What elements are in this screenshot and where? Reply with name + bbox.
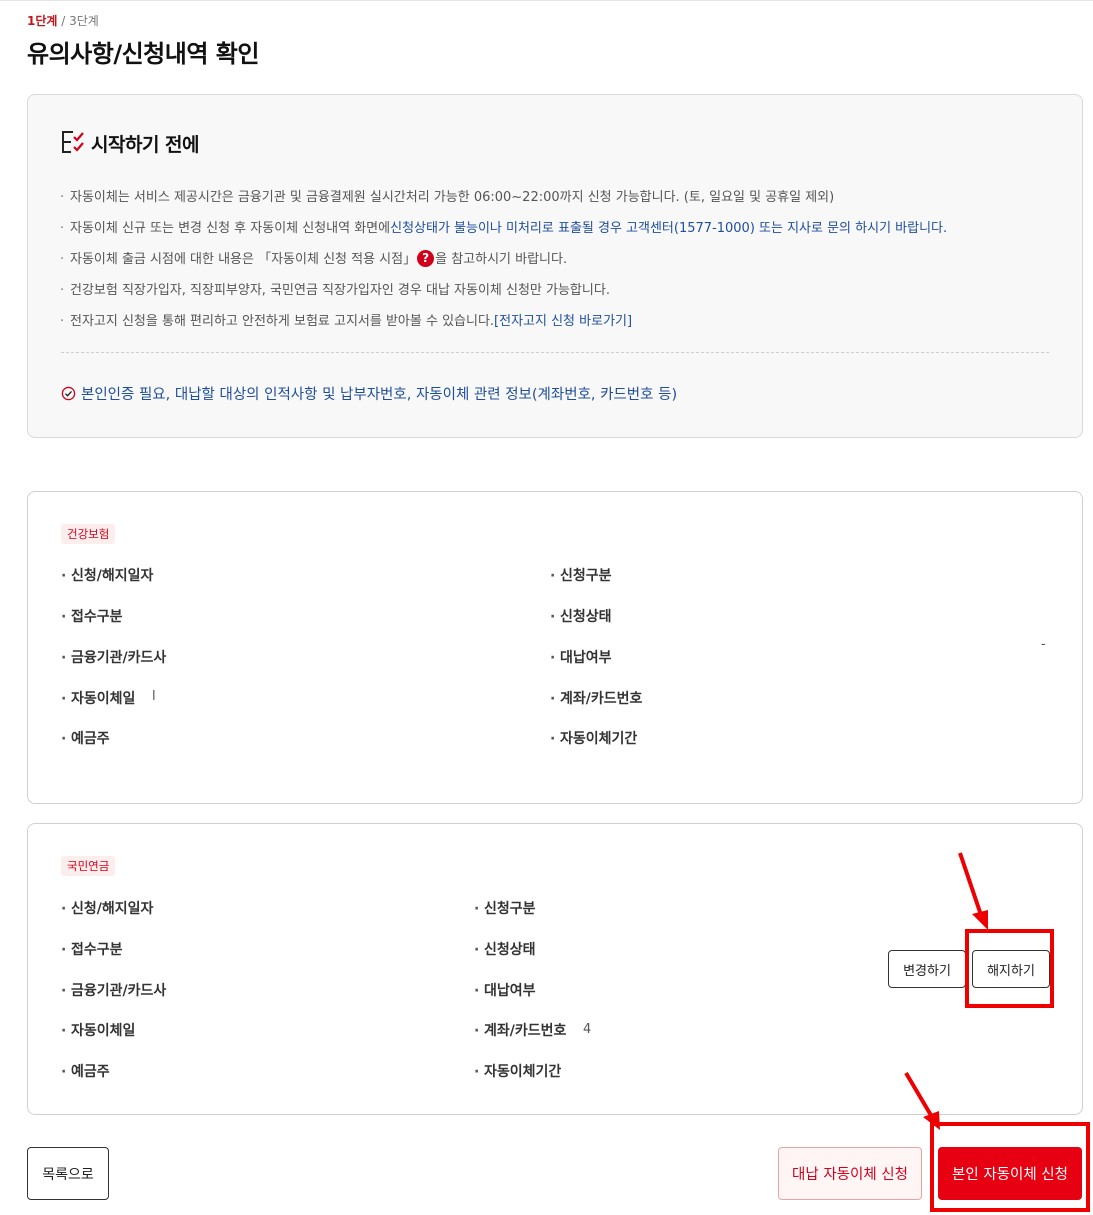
- annotation-arrows: [904, 852, 988, 1130]
- arrow-icon: [904, 1071, 940, 1130]
- arrow-icon: [958, 852, 988, 930]
